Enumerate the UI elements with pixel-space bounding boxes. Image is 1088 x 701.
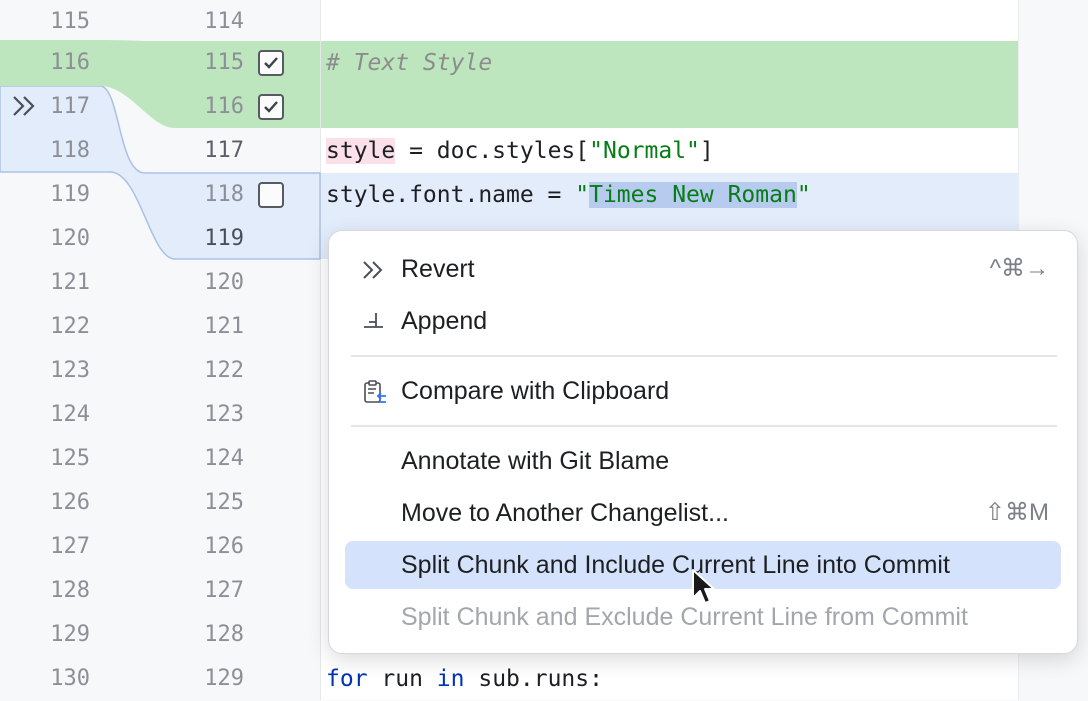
code-token: = doc.styles[ (395, 138, 590, 164)
left-line-number: 126 (50, 490, 90, 515)
menu-item-label: Split Chunk and Include Current Line int… (401, 551, 950, 579)
menu-separator (351, 425, 1057, 427)
left-line-number: 124 (50, 402, 90, 427)
left-line-number: 127 (50, 534, 90, 559)
left-line-number: 125 (50, 446, 90, 471)
menu-item-label: Append (401, 307, 488, 335)
append-icon (364, 313, 383, 328)
menu-separator (351, 355, 1057, 357)
menu-item-shortcut: ^⌘→ (989, 255, 1049, 282)
menu-item-append[interactable]: Append (345, 297, 1061, 345)
code-token: style.font.name = (326, 182, 576, 208)
menu-item-label: Annotate with Git Blame (401, 447, 670, 475)
code-line: style = doc.styles["Normal"] (326, 129, 714, 173)
right-line-number: 128 (204, 622, 244, 647)
code-token: ] (699, 138, 714, 164)
menu-item-annotate-git-blame[interactable]: Annotate with Git Blame (345, 437, 1061, 485)
left-line-number: 119 (50, 182, 90, 207)
right-line-number: 127 (204, 578, 244, 603)
right-line-number: 122 (204, 358, 244, 383)
right-line-number: 121 (204, 314, 244, 339)
left-line-number: 129 (50, 622, 90, 647)
menu-item-label: Split Chunk and Exclude Current Line fro… (401, 603, 968, 631)
checkmark-icon (264, 101, 278, 113)
menu-item-label: Move to Another Changelist... (401, 499, 729, 527)
left-line-number: 130 (50, 666, 90, 691)
code-line: style.font.name = "Times New Roman" (326, 173, 811, 217)
right-line-number: 114 (204, 9, 244, 34)
left-line-number: 123 (50, 358, 90, 383)
include-line-checkbox[interactable] (258, 50, 284, 76)
revert-icon (363, 261, 383, 279)
variable-token: style (326, 138, 396, 164)
selected-string-token: Times New Roman (589, 182, 797, 208)
right-line-number: 125 (204, 490, 244, 515)
left-line-number: 117 (50, 94, 90, 119)
right-line-number: 117 (204, 138, 244, 163)
code-token: run (367, 666, 437, 692)
code-line: for run in sub.runs: (326, 657, 603, 701)
comment-text: # Text Style (326, 50, 493, 76)
right-line-number: 120 (204, 270, 244, 295)
left-line-number: 128 (50, 578, 90, 603)
right-line-number: 116 (204, 94, 244, 119)
menu-item-shortcut: ⇧⌘M (984, 499, 1049, 526)
left-line-number: 122 (50, 314, 90, 339)
include-line-checkbox[interactable] (258, 182, 284, 208)
mouse-cursor-icon (692, 569, 715, 604)
menu-item-label: Compare with Clipboard (401, 377, 670, 405)
right-line-number: 118 (204, 182, 244, 207)
left-line-number: 121 (50, 270, 90, 295)
checkmark-icon (264, 57, 278, 69)
include-line-checkbox[interactable] (258, 94, 284, 120)
string-token: " (796, 182, 811, 208)
left-line-number: 118 (50, 138, 90, 163)
code-token: sub.runs: (464, 666, 603, 692)
string-token: " (575, 182, 590, 208)
right-line-number: 124 (204, 446, 244, 471)
menu-item-revert[interactable]: Revert ^⌘→ (345, 245, 1061, 293)
string-token: "Normal" (589, 138, 700, 164)
menu-item-compare-clipboard[interactable]: Compare with Clipboard (345, 367, 1061, 415)
right-line-number: 115 (204, 50, 244, 75)
code-line: # Text Style (326, 41, 492, 85)
right-line-number: 123 (204, 402, 244, 427)
keyword-token: in (436, 666, 465, 692)
left-line-number: 116 (50, 50, 90, 75)
left-line-number: 120 (50, 226, 90, 251)
right-line-number: 119 (204, 226, 244, 251)
left-line-number: 115 (50, 9, 90, 34)
menu-item-move-changelist[interactable]: Move to Another Changelist... ⇧⌘M (345, 489, 1061, 537)
menu-item-label: Revert (401, 255, 475, 283)
right-line-number: 129 (204, 666, 244, 691)
keyword-token: for (326, 666, 368, 692)
clipboard-compare-icon (364, 380, 386, 403)
right-line-number: 126 (204, 534, 244, 559)
